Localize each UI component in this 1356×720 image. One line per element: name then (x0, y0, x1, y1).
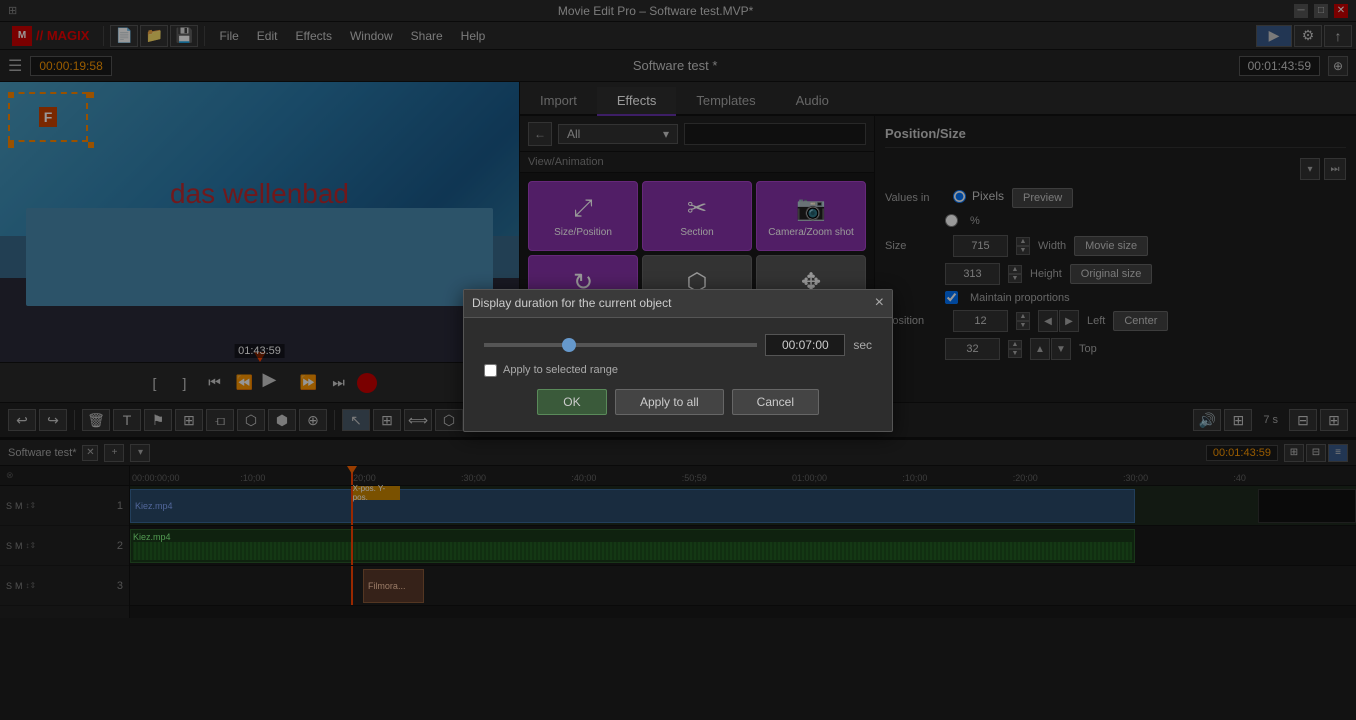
time-input[interactable] (765, 334, 845, 356)
modal-buttons: OK Apply to all Cancel (484, 389, 872, 415)
apply-all-button[interactable]: Apply to all (615, 389, 724, 415)
modal-title-bar: Display duration for the current object … (464, 290, 892, 318)
apply-range-checkbox[interactable] (484, 364, 497, 377)
modal-overlay: Display duration for the current object … (0, 0, 1356, 720)
slider-row: sec (484, 334, 872, 356)
apply-range-label: Apply to selected range (503, 364, 618, 376)
cancel-button[interactable]: Cancel (732, 389, 819, 415)
modal-body: sec Apply to selected range OK Apply to … (464, 318, 892, 431)
modal-title-text: Display duration for the current object (472, 296, 671, 310)
duration-slider[interactable] (484, 343, 757, 347)
apply-range-row: Apply to selected range (484, 364, 872, 377)
slider-container: sec Apply to selected range (484, 334, 872, 377)
modal-dialog: Display duration for the current object … (463, 289, 893, 432)
sec-label: sec (853, 338, 872, 352)
ok-button[interactable]: OK (537, 389, 607, 415)
modal-close-btn[interactable]: × (875, 294, 884, 312)
